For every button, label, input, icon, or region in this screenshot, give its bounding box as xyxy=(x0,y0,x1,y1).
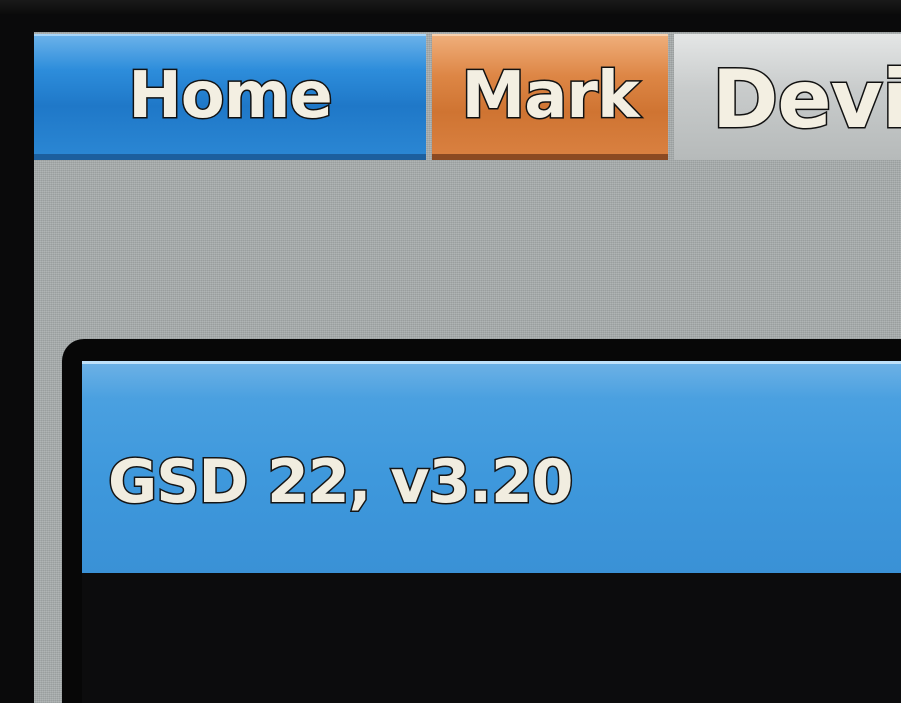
window-title: GSD 22, v3.20 xyxy=(106,446,574,519)
tab-home-label: Home xyxy=(127,58,335,135)
device-screen: Home Mark Devi GSD 22, v3.20 xyxy=(0,0,901,703)
tab-bar: Home Mark Devi xyxy=(34,34,901,166)
tab-mark[interactable]: Mark xyxy=(432,34,668,160)
tab-home[interactable]: Home xyxy=(34,34,426,160)
window-titlebar: GSD 22, v3.20 xyxy=(82,361,901,573)
screen-bezel xyxy=(0,0,901,14)
tab-device[interactable]: Devi xyxy=(674,34,901,160)
tab-device-label: Devi xyxy=(710,51,901,147)
tab-mark-label: Mark xyxy=(460,58,641,135)
window-content xyxy=(82,573,901,703)
